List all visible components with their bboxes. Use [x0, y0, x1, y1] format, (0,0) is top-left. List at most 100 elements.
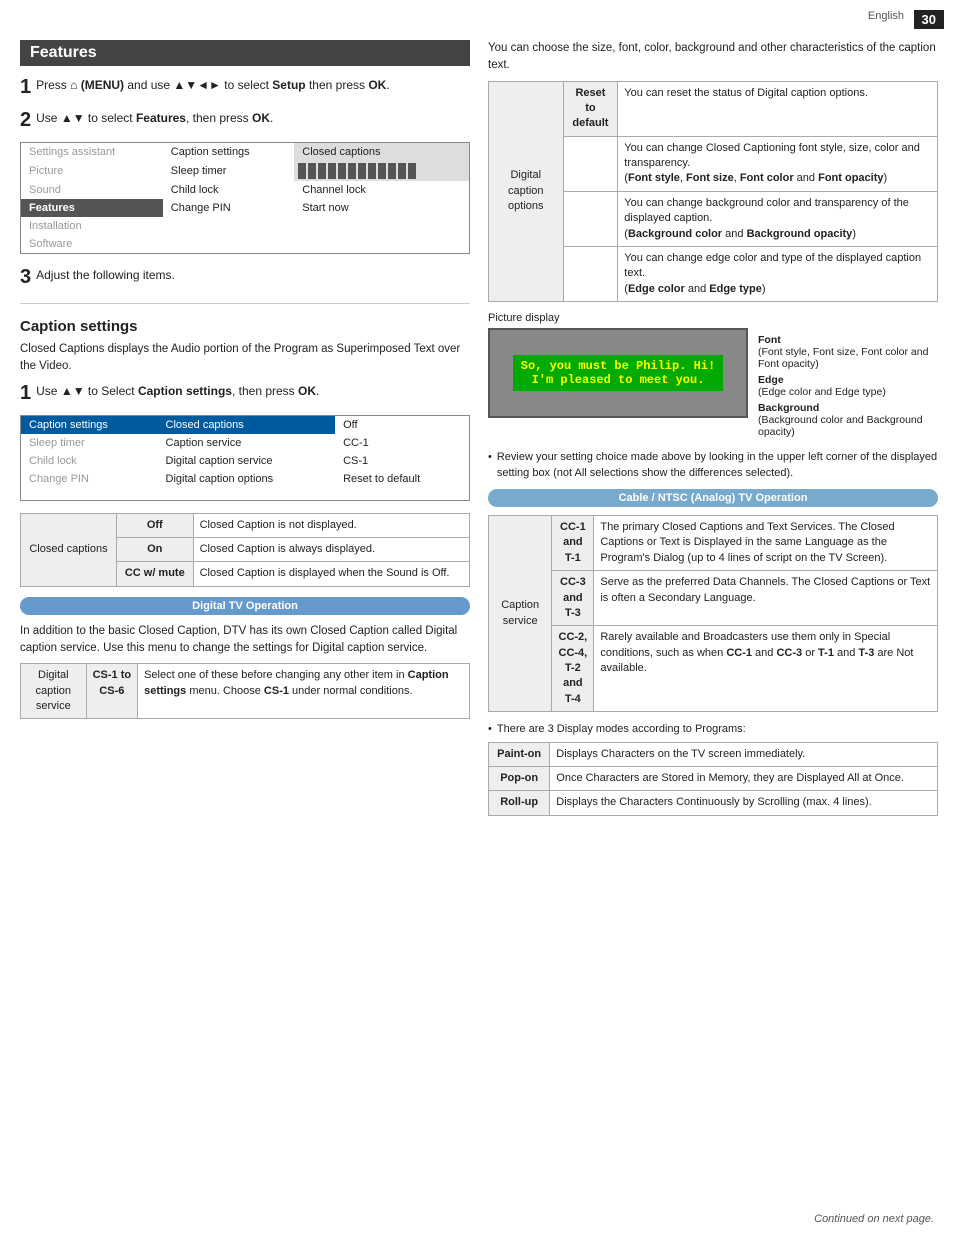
- cc-desc-on: Closed Caption is always displayed.: [193, 537, 469, 561]
- caption-line1: So, you must be Philip. Hi!: [521, 359, 715, 373]
- cs-cc3-t3-desc: Serve as the preferred Data Channels. Th…: [594, 571, 938, 626]
- menu-settings-assistant: Settings assistant: [21, 143, 163, 162]
- caption-step1-block: 1 Use ▲▼ to Select Caption settings, the…: [20, 382, 470, 405]
- features-title: Features: [20, 40, 470, 66]
- digital-tv-banner: Digital TV Operation: [20, 597, 470, 615]
- menu-caption-settings: Caption settings: [163, 143, 294, 162]
- menu-sound: Sound: [21, 181, 163, 199]
- cs-range: CS-1 toCS-6: [86, 664, 138, 719]
- right-intro: You can choose the size, font, color, ba…: [488, 40, 938, 75]
- menu-sleep-timer: Sleep timer: [163, 161, 294, 181]
- review-bullet: Review your setting choice made above by…: [488, 450, 938, 481]
- font-desc: (Font style, Font size, Font color and F…: [758, 346, 928, 370]
- cc-option-off: Off: [116, 513, 193, 537]
- left-column: Features 1 Press ⌂ (MENU) and use ▲▼◄► t…: [20, 40, 470, 729]
- cc-desc-mute: Closed Caption is displayed when the Sou…: [193, 562, 469, 586]
- menu-start-now: Start now: [294, 199, 469, 217]
- caption-menu-col2-row1: Closed captions: [158, 415, 336, 434]
- cc-desc-off: Closed Caption is not displayed.: [193, 513, 469, 537]
- caption-step1-text: Use ▲▼ to Select Caption settings, then …: [36, 382, 470, 400]
- right-column: You can choose the size, font, color, ba…: [488, 40, 938, 826]
- dco-edge-cell: [563, 247, 618, 302]
- menu-features: Features: [21, 199, 163, 217]
- dco-font-cell: [563, 136, 618, 191]
- caption-menu-col1-row2: Sleep timer: [21, 434, 158, 452]
- dco-edge-desc: You can change edge color and type of th…: [618, 247, 938, 302]
- cc-option-on: On: [116, 537, 193, 561]
- cs-cc3-t3: CC-3 andT-3: [552, 571, 594, 626]
- caption-menu-col3-row3: CS-1: [335, 452, 469, 470]
- features-menu-table: Settings assistant Caption settings Clos…: [20, 142, 470, 254]
- caption-menu-col3-row4: Reset to default: [335, 470, 469, 488]
- closed-captions-label: Closed captions: [21, 513, 117, 586]
- menu-progress-bar: [294, 161, 469, 181]
- cable-ntsc-banner: Cable / NTSC (Analog) TV Operation: [488, 489, 938, 507]
- mode-paint-on: Paint-on: [489, 742, 550, 766]
- caption-menu-col1-row4: Change PIN: [21, 470, 158, 488]
- caption-service-table: Caption service CC-1 andT-1 The primary …: [488, 515, 938, 712]
- step1-block: 1 Press ⌂ (MENU) and use ▲▼◄► to select …: [20, 76, 470, 99]
- menu-channel-lock: Channel lock: [294, 181, 469, 199]
- caption-menu-col2-row4: Digital caption options: [158, 470, 336, 488]
- dco-bg-desc: You can change background color and tran…: [618, 191, 938, 246]
- mode-roll-up-desc: Displays the Characters Continuously by …: [550, 791, 938, 815]
- caption-menu-col2-row2: Caption service: [158, 434, 336, 452]
- picture-display-label: Picture display: [488, 312, 938, 324]
- caption-line2: I'm pleased to meet you.: [521, 373, 715, 387]
- edge-label-line: Edge (Edge color and Edge type): [758, 374, 938, 398]
- step1-content: Press ⌂ (MENU) and use ▲▼◄► to select Se…: [36, 76, 470, 99]
- step3-num: 3: [20, 266, 31, 289]
- digital-caption-options-table: Digital captionoptions Reset todefault Y…: [488, 81, 938, 303]
- mode-roll-up: Roll-up: [489, 791, 550, 815]
- caption-step1-content: Use ▲▼ to Select Caption settings, then …: [36, 382, 470, 405]
- cs-cc2-desc: Rarely available and Broadcasters use th…: [594, 626, 938, 712]
- step3-content: Adjust the following items.: [36, 266, 470, 289]
- dco-bg-cell: [563, 191, 618, 246]
- closed-captions-table: Closed captions Off Closed Caption is no…: [20, 513, 470, 587]
- step2-text: Use ▲▼ to select Features, then press OK…: [36, 109, 470, 127]
- caption-menu-col1-row1: Caption settings: [21, 415, 158, 434]
- background-desc: (Background color and Background opacity…: [758, 414, 923, 438]
- caption-menu-col3-row2: CC-1: [335, 434, 469, 452]
- caption-menu-col3-row1: Off: [335, 415, 469, 434]
- digital-caption-service-label: Digital captionservice: [21, 664, 87, 719]
- step3-block: 3 Adjust the following items.: [20, 266, 470, 289]
- step2-block: 2 Use ▲▼ to select Features, then press …: [20, 109, 470, 132]
- edge-desc: (Edge color and Edge type): [758, 386, 886, 398]
- cs-cc1-t1: CC-1 andT-1: [552, 515, 594, 570]
- digital-tv-text: In addition to the basic Closed Caption,…: [20, 623, 470, 658]
- step1-text: Press ⌂ (MENU) and use ▲▼◄► to select Se…: [36, 76, 470, 94]
- step1-num: 1: [20, 76, 31, 99]
- dco-font-desc: You can change Closed Captioning font st…: [618, 136, 938, 191]
- menu-picture: Picture: [21, 161, 163, 181]
- digital-caption-service-desc: Select one of these before changing any …: [138, 664, 470, 719]
- caption-display-box: So, you must be Philip. Hi! I'm pleased …: [513, 355, 723, 391]
- picture-labels: Font (Font style, Font size, Font color …: [758, 332, 938, 440]
- step2-num: 2: [20, 109, 31, 132]
- display-modes-label: There are 3 Display modes according to P…: [488, 722, 938, 737]
- mode-pop-on: Pop-on: [489, 767, 550, 791]
- cs-cc2-cc4-t2-t4: CC-2,CC-4, T-2and T-4: [552, 626, 594, 712]
- cs-cc1-t1-desc: The primary Closed Captions and Text Ser…: [594, 515, 938, 570]
- cc-option-mute: CC w/ mute: [116, 562, 193, 586]
- menu-child-lock: Child lock: [163, 181, 294, 199]
- continued-label: Continued on next page.: [814, 1213, 934, 1225]
- language-label: English: [868, 10, 904, 22]
- picture-display-area: Picture display So, you must be Philip. …: [488, 312, 938, 440]
- caption-menu-col1-row3: Child lock: [21, 452, 158, 470]
- menu-change-pin: Change PIN: [163, 199, 294, 217]
- digital-caption-options-label: Digital captionoptions: [489, 81, 564, 302]
- display-modes-table: Paint-on Displays Characters on the TV s…: [488, 742, 938, 816]
- caption-step1-num: 1: [20, 382, 31, 405]
- page-number: 30: [914, 10, 944, 29]
- step2-content: Use ▲▼ to select Features, then press OK…: [36, 109, 470, 132]
- caption-desc: Closed Captions displays the Audio porti…: [20, 341, 470, 376]
- dco-reset-key: Reset todefault: [563, 81, 618, 136]
- font-label-line: Font (Font style, Font size, Font color …: [758, 334, 938, 370]
- menu-software: Software: [21, 235, 163, 254]
- progress-bar-visual: [298, 163, 465, 179]
- mode-paint-on-desc: Displays Characters on the TV screen imm…: [550, 742, 938, 766]
- background-label-line: Background (Background color and Backgro…: [758, 402, 938, 438]
- menu-closed-captions-label: Closed captions: [294, 143, 469, 162]
- step3-text: Adjust the following items.: [36, 266, 470, 284]
